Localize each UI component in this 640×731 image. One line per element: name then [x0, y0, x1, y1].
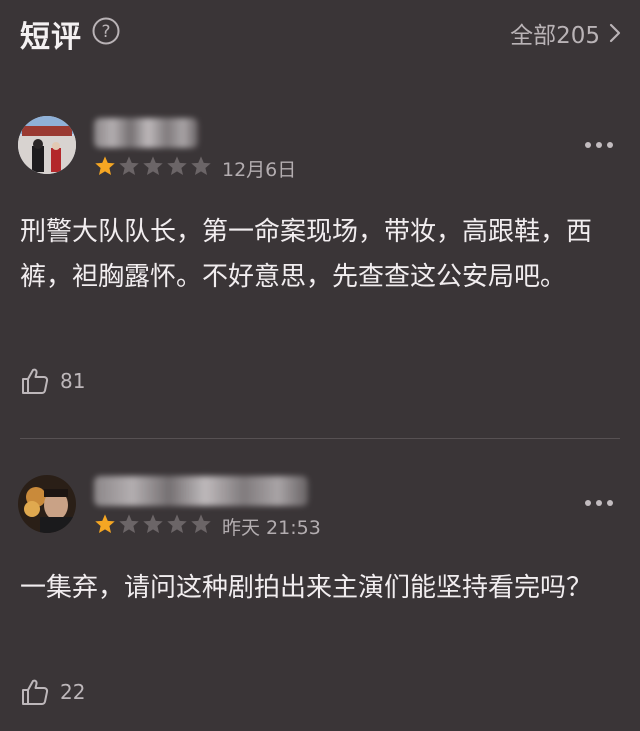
divider: [20, 438, 620, 439]
star-icon: [95, 514, 115, 533]
comment-text: 刑警大队队长，第一命案现场，带妆，高跟鞋，西裤，袒胸露怀。不好意思，先查查这公安…: [20, 217, 593, 292]
avatar[interactable]: [18, 475, 76, 533]
chevron-right-icon: [609, 23, 621, 43]
like-count: 81: [60, 369, 86, 393]
rating-stars: [94, 155, 212, 177]
like-button[interactable]: 81: [20, 366, 85, 396]
comment-date: 昨天 21:53: [222, 517, 321, 539]
star-icon: [167, 514, 187, 533]
svg-text:?: ?: [101, 22, 110, 42]
all-reviews-link[interactable]: 全部205: [510, 16, 622, 50]
thumbs-up-icon: [22, 679, 49, 705]
star-icon: [119, 514, 139, 533]
avatar-image: [18, 475, 76, 533]
thumbs-up-icon: [22, 368, 49, 394]
comment-date: 12月6日: [222, 159, 297, 181]
help-icon[interactable]: ?: [92, 17, 120, 45]
header-bar: 短评 ? 全部205: [0, 0, 640, 64]
star-icon: [143, 156, 163, 175]
star-icon: [119, 156, 139, 175]
username-blurred: [94, 476, 308, 506]
star-icon: [191, 156, 211, 175]
more-options-icon[interactable]: [584, 498, 614, 508]
star-icon: [191, 514, 211, 533]
star-icon: [143, 514, 163, 533]
username-blurred: [94, 118, 198, 148]
all-reviews-label: 全部205: [510, 23, 600, 49]
like-button[interactable]: 22: [20, 677, 85, 707]
comment-text: 一集弃，请问这种剧拍出来主演们能坚持看完吗？: [20, 573, 593, 603]
section-title: 短评: [20, 20, 82, 55]
star-icon: [95, 156, 115, 175]
star-icon: [167, 156, 187, 175]
more-options-icon[interactable]: [584, 140, 614, 150]
avatar-image: [18, 116, 76, 174]
avatar[interactable]: [18, 116, 76, 174]
like-count: 22: [60, 680, 86, 704]
rating-stars: [94, 513, 212, 535]
